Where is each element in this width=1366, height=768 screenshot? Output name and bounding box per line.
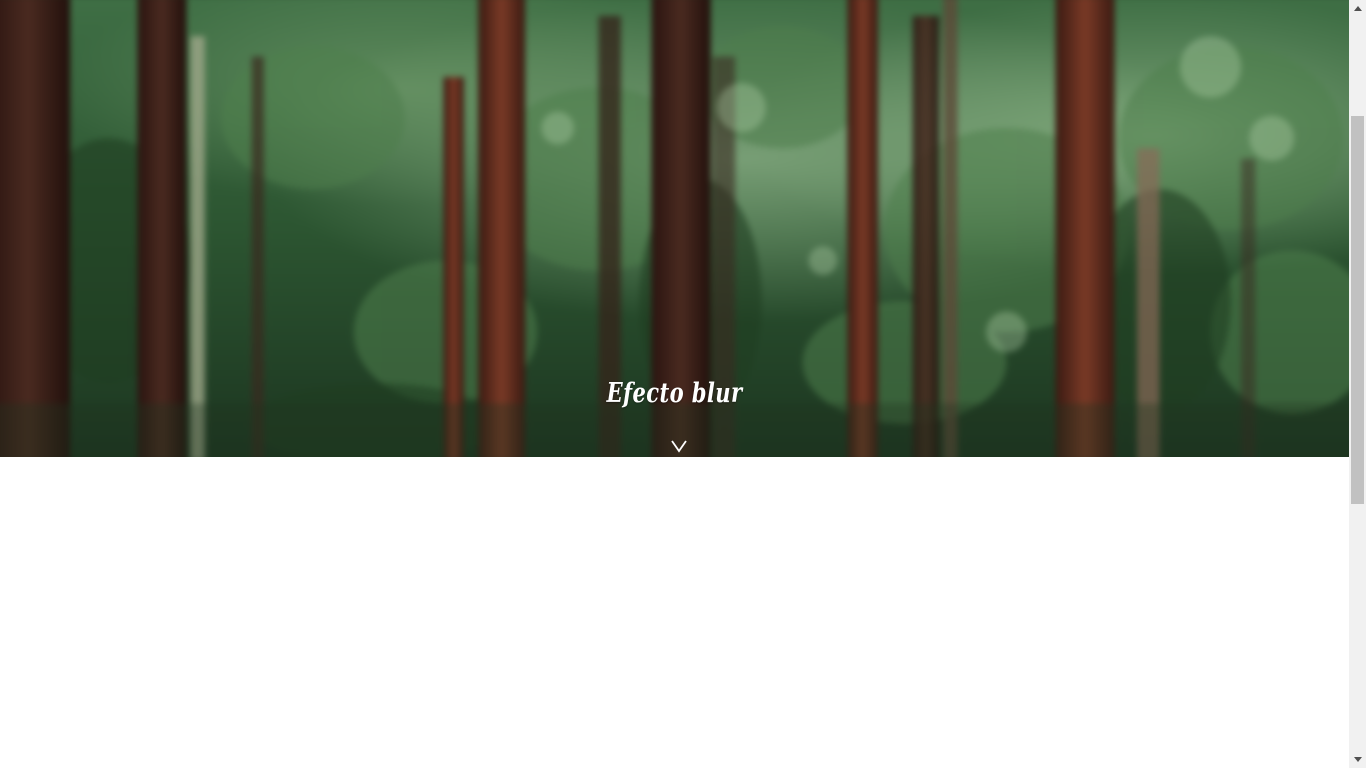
vertical-scrollbar[interactable]: [1349, 0, 1366, 768]
arrow-down-icon: [1353, 757, 1362, 762]
chevron-down-icon[interactable]: [670, 438, 688, 454]
hero-section: Efecto blur: [0, 0, 1349, 457]
page-viewport: Efecto blur: [0, 0, 1349, 768]
arrow-up-icon: [1353, 6, 1362, 11]
scrollbar-thumb[interactable]: [1351, 116, 1364, 504]
scroll-up-button[interactable]: [1349, 0, 1366, 17]
scroll-down-button[interactable]: [1349, 751, 1366, 768]
hero-title: Efecto blur: [606, 378, 743, 409]
